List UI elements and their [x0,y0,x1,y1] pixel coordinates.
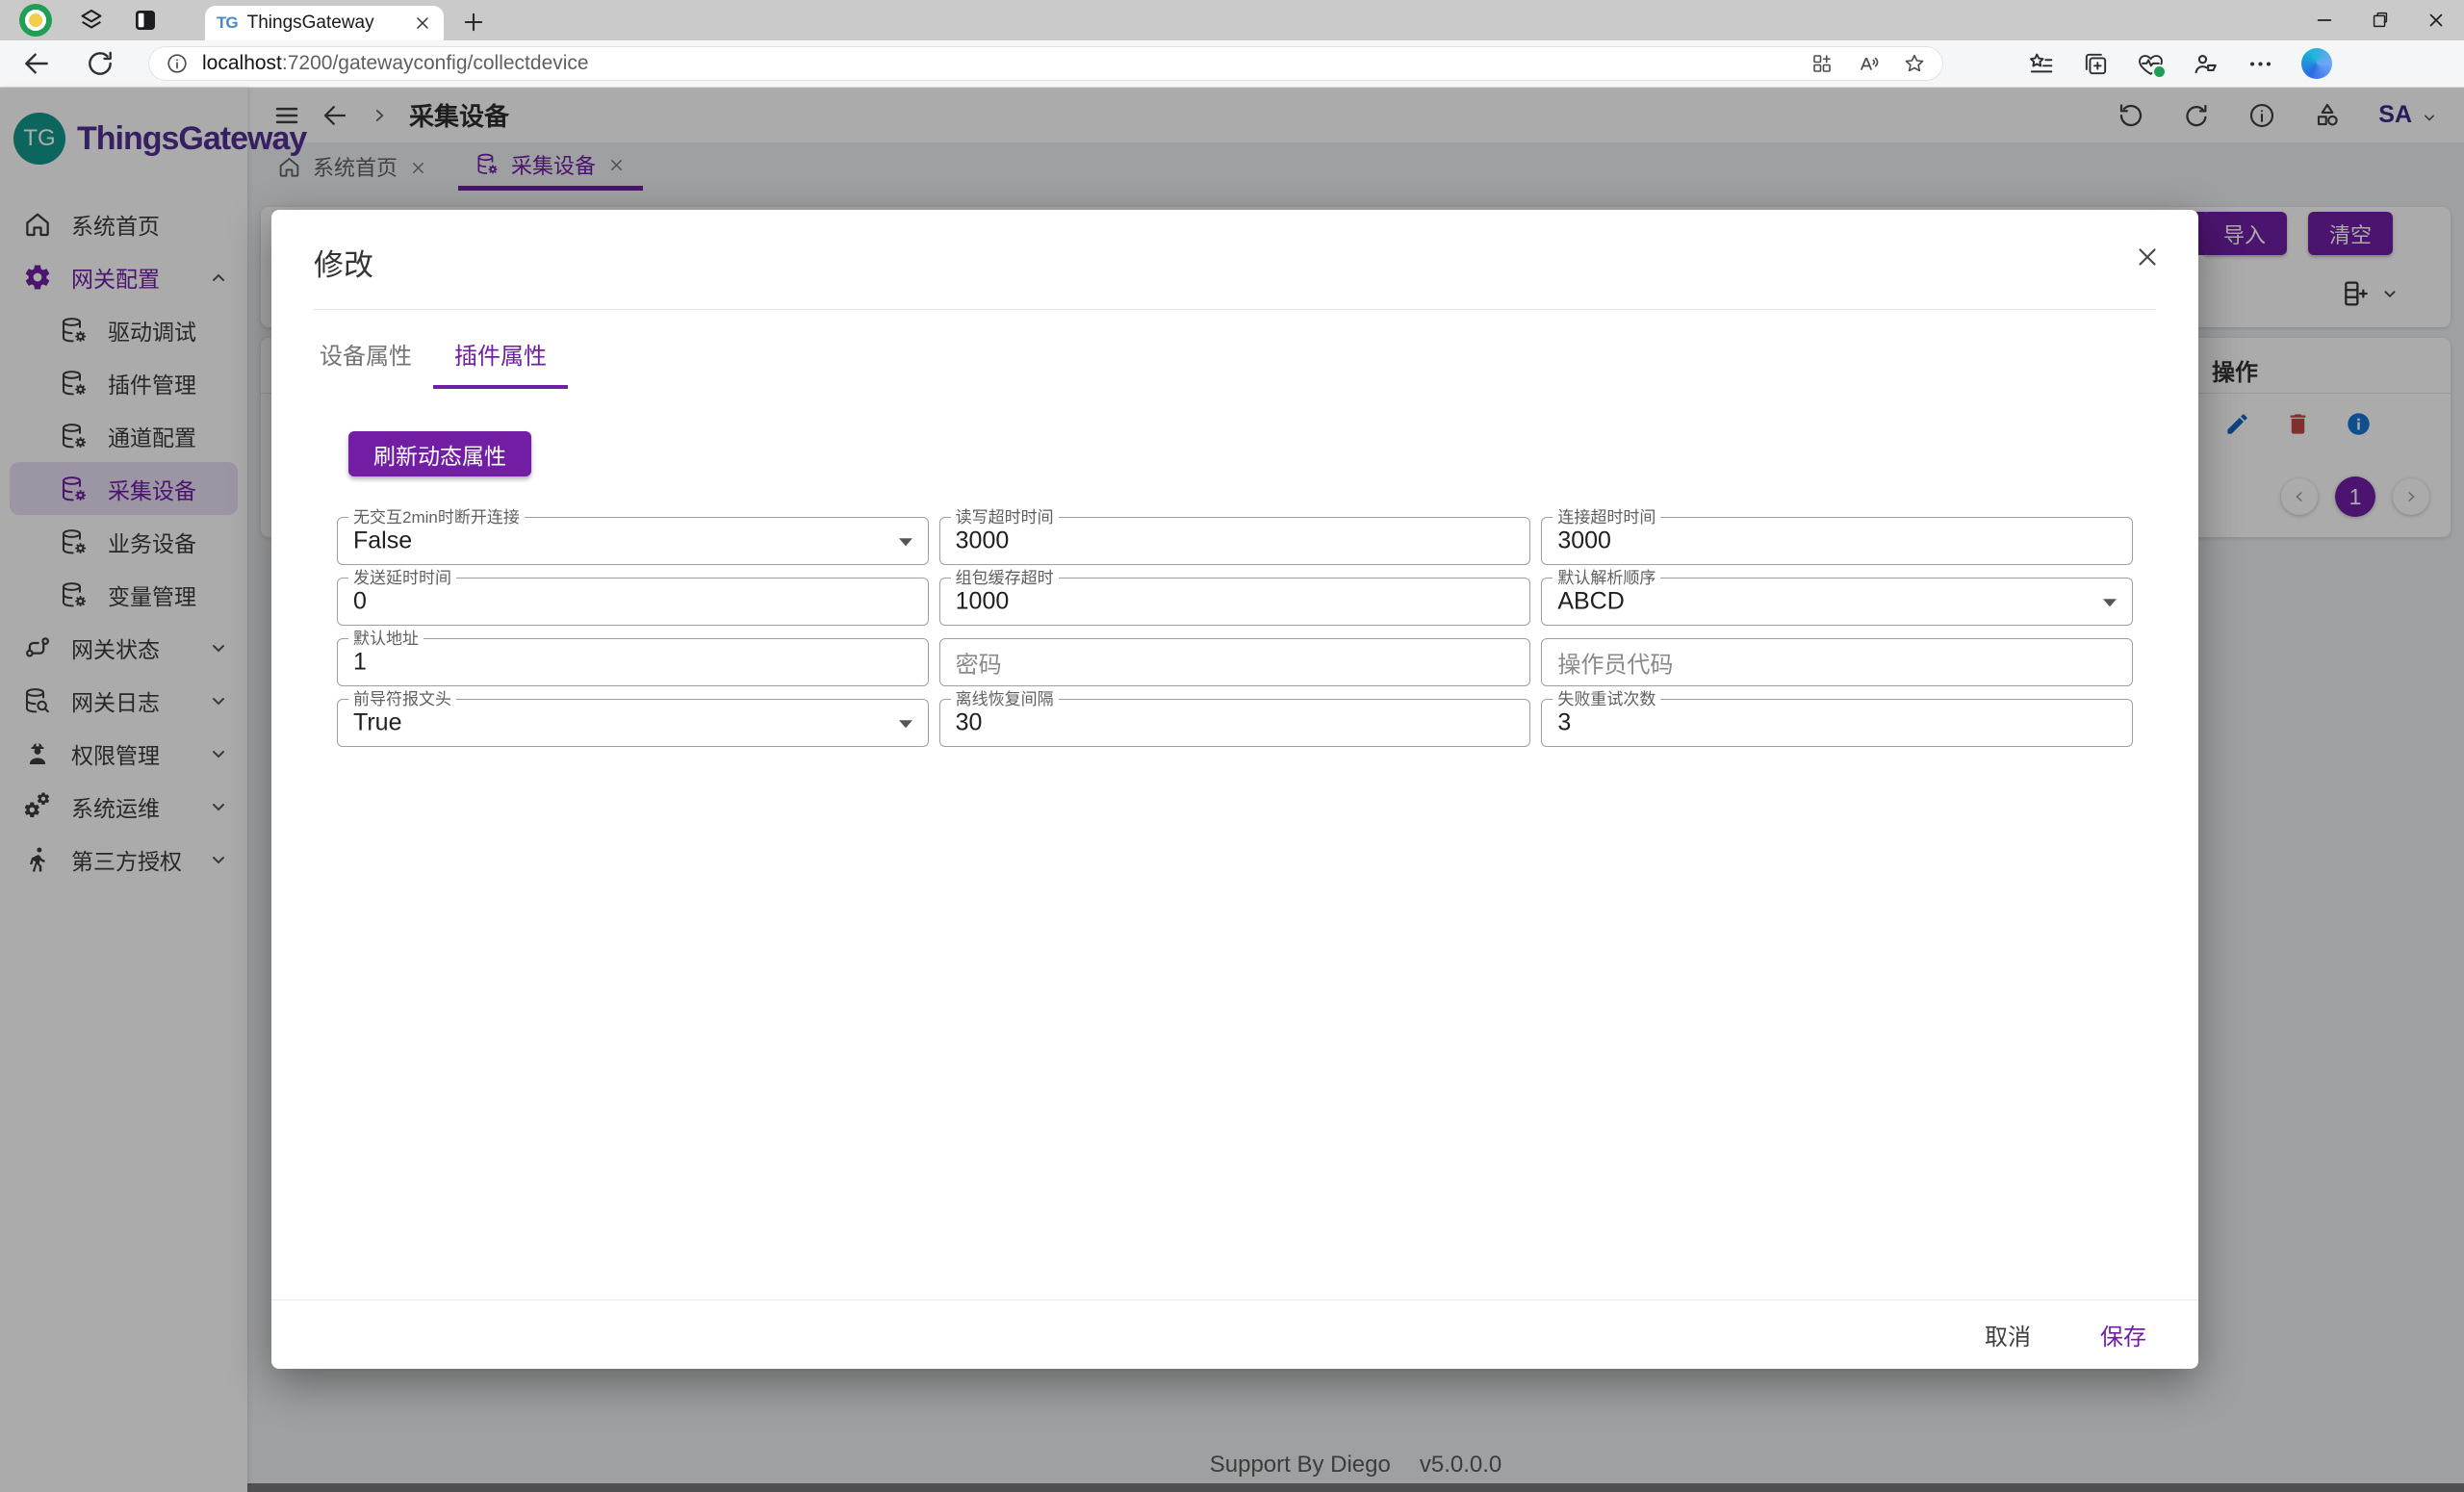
more-options-icon[interactable] [2246,50,2274,78]
field-value: False [353,527,413,554]
read-aloud-icon[interactable] [1857,52,1880,75]
modal-fields-grid: 无交互2min时断开连接 False 读写超时时间 3000 连接超时时间 3000 发送延… [337,509,2133,747]
address-bar[interactable]: localhost:7200/gatewayconfig/collectdevi… [148,46,1943,81]
modal-tab-0[interactable]: 设备属性 [298,331,433,389]
modal-header: 修改 [271,210,2198,310]
field-value: ABCD [1557,587,1625,615]
field-value: True [353,708,402,736]
modal-field-1[interactable]: 读写超时时间 3000 [938,509,1531,565]
save-button[interactable]: 保存 [2094,1317,2152,1352]
field-label: 离线恢复间隔 [950,691,1059,708]
modal-field-10[interactable]: 离线恢复间隔 30 [938,691,1531,747]
site-favicon: TG [217,13,239,32]
modal-close-icon[interactable] [2133,243,2162,271]
dropdown-caret-icon [2103,599,2117,607]
dropdown-caret-icon [898,720,912,729]
field-label: 默认地址 [348,630,424,648]
browser-back-button[interactable] [21,48,52,79]
copilot-icon[interactable] [2301,48,2332,79]
browser-toolbar: localhost:7200/gatewayconfig/collectdevi… [0,40,2464,88]
tab-close-icon[interactable] [413,13,432,33]
modal-field-11[interactable]: 失败重试次数 3 [1541,691,2133,747]
modal-title: 修改 [314,248,373,282]
field-label: 组包缓存超时 [950,570,1059,587]
field-label: 失败重试次数 [1553,691,1661,708]
field-label: 前导符报文头 [348,691,456,708]
modal-tabs: 设备属性 插件属性 [298,331,2198,389]
modal-field-2[interactable]: 连接超时时间 3000 [1541,509,2133,565]
modal-tab-1[interactable]: 插件属性 [433,331,568,389]
browser-refresh-button[interactable] [85,48,116,79]
cancel-button[interactable]: 取消 [1979,1317,2037,1352]
favorite-star-icon[interactable] [1903,52,1926,75]
browser-essentials-icon[interactable] [2137,50,2167,79]
url-host: localhost [202,52,282,74]
url-text: localhost:7200/gatewayconfig/collectdevi… [202,52,1797,75]
window-controls [2297,0,2464,40]
field-value: 3 [1557,708,1572,736]
app-root: TG ThingsGateway 系统首页 网关配置 驱动调试 插件管理 通道配置 采集设… [0,88,2464,1492]
split-screen-icon[interactable] [1972,50,2000,78]
dropdown-caret-icon [898,538,912,547]
field-label: 默认解析顺序 [1553,570,1661,587]
field-label: 无交互2min时断开连接 [348,509,525,527]
browser-profile-badge-icon[interactable] [19,4,52,37]
field-value: 1 [353,648,367,676]
field-value: 3000 [955,527,1010,554]
refresh-dynamic-props-button[interactable]: 刷新动态属性 [348,431,531,476]
modal-field-9[interactable]: 前导符报文头 True [337,691,929,747]
modal-field-5[interactable]: 默认解析顺序 ABCD [1541,570,2133,626]
edit-modal: 修改 设备属性 插件属性 刷新动态属性 无交互2min时断开连接 False 读写超时… [271,210,2198,1369]
field-value: 0 [353,587,367,615]
field-label: 发送延时时间 [348,570,456,587]
field-placeholder: 操作员代码 [1557,652,1674,679]
modal-divider [314,309,2156,310]
workspaces-icon[interactable] [77,6,106,35]
site-info-icon[interactable] [166,52,189,75]
field-label: 读写超时时间 [950,509,1059,527]
tab-actions-icon[interactable] [131,6,160,35]
modal-footer: 取消 保存 [271,1299,2198,1369]
collections-icon[interactable] [2082,50,2110,78]
profile-icon[interactable] [2192,50,2220,78]
address-bar-actions [1810,52,1926,75]
field-label: 连接超时时间 [1553,509,1661,527]
browser-tab[interactable]: TG ThingsGateway [205,6,444,40]
browser-tab-title: ThingsGateway [246,13,374,33]
browser-tab-strip: TG ThingsGateway [0,0,2464,40]
modal-field-7[interactable]: 密码 [938,638,1531,686]
modal-field-0[interactable]: 无交互2min时断开连接 False [337,509,929,565]
window-minimize-button[interactable] [2297,0,2352,40]
modal-field-8[interactable]: 操作员代码 [1541,638,2133,686]
modal-field-4[interactable]: 组包缓存超时 1000 [938,570,1531,626]
browser-action-icons [1972,48,2332,79]
field-value: 1000 [955,587,1010,615]
modal-field-6[interactable]: 默认地址 1 [337,630,929,686]
window-restore-button[interactable] [2352,0,2408,40]
url-path: :7200/gatewayconfig/collectdevice [281,52,589,74]
modal-overlay: 修改 设备属性 插件属性 刷新动态属性 无交互2min时断开连接 False 读写超时… [0,88,2464,1492]
field-value: 3000 [1557,527,1611,554]
field-value: 30 [955,708,983,736]
screen: TG ThingsGateway localhost:7200/gatewayc… [0,0,2464,1492]
apps-grid-icon[interactable] [1810,52,1834,75]
field-placeholder: 密码 [955,652,1002,679]
new-tab-button[interactable] [460,9,487,36]
favorites-bar-icon[interactable] [2027,50,2055,78]
window-close-button[interactable] [2408,0,2464,40]
modal-field-3[interactable]: 发送延时时间 0 [337,570,929,626]
